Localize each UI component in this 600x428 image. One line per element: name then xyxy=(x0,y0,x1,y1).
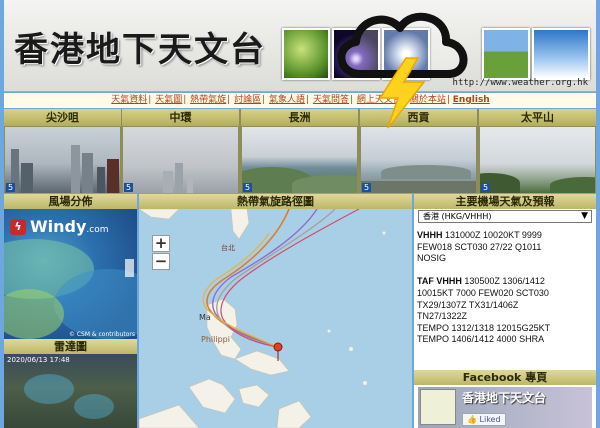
radar-timestamp: 2020/06/13 17:48 xyxy=(7,356,70,364)
facebook-page-name[interactable]: 香港地下天文台 xyxy=(462,389,546,406)
left-column: 風場分佈 ϟ Windy.com © CSM & contributors 雷達… xyxy=(4,194,137,428)
facebook-page-widget[interactable]: 香港地下天文台 👍 Liked xyxy=(418,387,592,428)
metar-line: TX29/1307Z TX31/1406Z xyxy=(417,300,593,312)
windy-credit: © CSM & contributors xyxy=(68,331,135,338)
webcam-image[interactable]: 5 xyxy=(480,127,595,193)
metar-station: VHHH xyxy=(417,230,443,240)
webcam-the-peak[interactable]: 太平山 5 xyxy=(479,109,596,193)
map-label-philippines: Philippi xyxy=(201,335,230,344)
webcam-number: 5 xyxy=(362,183,372,192)
typhoon-track-heading: 熱帶氣旋路徑圖 xyxy=(139,194,412,209)
webcam-label: 尖沙咀 xyxy=(4,109,121,126)
windy-zoom-control[interactable] xyxy=(125,259,134,277)
nav-separator: | xyxy=(262,95,266,105)
metar-text: TEMPO 1406/1412 4000 SHRA xyxy=(417,334,545,345)
wind-field-heading: 風場分佈 xyxy=(4,194,137,209)
metar-line: 10015KT 7000 FEW020 SCT030 xyxy=(417,288,593,300)
webcam-strip: 尖沙咀 5 中環 5 長洲 5 西貢 5 太平山 5 xyxy=(4,109,596,193)
chevron-down-icon: ▼ xyxy=(581,211,588,221)
webcam-number: 5 xyxy=(481,183,491,192)
metar-line: TAF VHHH 130500Z 1306/1412 xyxy=(417,276,593,288)
map-label-taipei: 台北 xyxy=(221,244,235,252)
typhoon-track-map[interactable]: + − 台北 Ma Philippi xyxy=(139,209,412,428)
metar-station: TAF VHHH xyxy=(417,276,462,287)
metar-text: 130500Z 1306/1412 xyxy=(461,276,545,287)
webcam-image[interactable]: 5 xyxy=(361,127,476,193)
field-thumbnail xyxy=(482,28,530,80)
sky-thumbnail xyxy=(532,28,590,80)
webcam-central[interactable]: 中環 5 xyxy=(122,109,239,193)
nav-separator: | xyxy=(306,95,310,105)
facebook-like-label: Liked xyxy=(479,415,501,424)
webcam-image[interactable]: 5 xyxy=(123,127,238,193)
map-zoom-out-button[interactable]: − xyxy=(152,253,170,270)
site-banner: 香港地下天文台 http://www.weather.org.hk xyxy=(4,0,596,92)
metar-text: 10015KT 7000 FEW020 SCT030 xyxy=(417,287,549,298)
thumbs-up-icon: 👍 xyxy=(467,415,477,424)
main-nav: 天氣資料| 天氣圖| 熱帶氣旋| 討論區| 氣象人語| 天氣問答| 網上天文台|… xyxy=(4,93,596,108)
nav-separator: | xyxy=(227,95,231,105)
facebook-heading: Facebook 專頁 xyxy=(414,370,596,385)
facebook-page-logo xyxy=(420,389,456,425)
windy-map[interactable]: ϟ Windy.com © CSM & contributors xyxy=(4,209,137,339)
metar-line: TN27/1322Z xyxy=(417,311,593,323)
nav-forum[interactable]: 討論區 xyxy=(233,95,262,105)
metar-text: TN27/1322Z xyxy=(417,311,468,322)
metar-line: VHHH 131000Z 10020KT 9999 xyxy=(417,230,593,242)
airport-weather-heading: 主要機場天氣及預報 xyxy=(414,194,596,209)
metar-taf-text: VHHH 131000Z 10020KT 9999 FEW018 SCT030 2… xyxy=(414,224,596,346)
webcam-label: 太平山 xyxy=(479,109,596,126)
webcam-number: 5 xyxy=(124,183,134,192)
webcam-label: 中環 xyxy=(122,109,239,126)
nav-weather-map[interactable]: 天氣圖 xyxy=(154,95,183,105)
metar-line: TEMPO 1406/1412 4000 SHRA xyxy=(417,334,593,346)
nav-weather-data[interactable]: 天氣資料 xyxy=(110,95,148,105)
map-zoom-in-button[interactable]: + xyxy=(152,235,170,252)
right-column: 主要機場天氣及預報 香港 (HKG/VHHH) ▼ VHHH 131000Z 1… xyxy=(414,194,596,428)
webcam-number: 5 xyxy=(6,183,16,192)
metar-text: NOSIG xyxy=(417,253,447,264)
metar-text: FEW018 SCT030 27/22 Q1011 xyxy=(417,241,542,252)
windy-logo-icon: ϟ xyxy=(10,219,26,235)
metar-text xyxy=(417,265,420,275)
webcam-tsim-sha-tsui[interactable]: 尖沙咀 5 xyxy=(4,109,121,193)
airport-select[interactable]: 香港 (HKG/VHHH) ▼ xyxy=(418,210,592,223)
nav-separator: | xyxy=(183,95,187,105)
nav-tropical-cyclone[interactable]: 熱帶氣旋 xyxy=(189,95,227,105)
metar-line xyxy=(417,265,593,277)
typhoon-track-svg xyxy=(139,209,386,428)
storm-cloud-lightning-icon xyxy=(337,12,468,129)
metar-line: FEW018 SCT030 27/22 Q1011 xyxy=(417,242,593,254)
metar-text: 131000Z 10020KT 9999 xyxy=(442,230,542,240)
radar-heading: 雷達圖 xyxy=(4,339,137,354)
nav-weather-people[interactable]: 氣象人語 xyxy=(268,95,306,105)
windy-suffix: .com xyxy=(86,225,109,235)
metar-line: TEMPO 1312/1318 12015G25KT xyxy=(417,323,593,335)
airport-select-value: 香港 (HKG/VHHH) xyxy=(423,212,492,221)
metar-line: NOSIG xyxy=(417,253,593,265)
windy-logo[interactable]: Windy.com xyxy=(30,217,109,236)
webcam-image[interactable]: 5 xyxy=(5,127,120,193)
metar-text: TX29/1307Z TX31/1406Z xyxy=(417,299,519,310)
webcam-number: 5 xyxy=(243,183,253,192)
page: 香港地下天文台 http://www.weather.org.hk 天氣資料| … xyxy=(0,0,600,428)
nav-separator: | xyxy=(148,95,152,105)
radar-map[interactable]: 2020/06/13 17:48 xyxy=(4,354,137,428)
windy-brand: Windy xyxy=(30,217,87,236)
map-label-manila: Ma xyxy=(199,313,211,322)
facebook-like-button[interactable]: 👍 Liked xyxy=(462,413,506,426)
center-column: 熱帶氣旋路徑圖 + − 台北 Ma Philippi xyxy=(139,194,412,428)
webcam-image[interactable]: 5 xyxy=(242,127,357,193)
site-title[interactable]: 香港地下天文台 xyxy=(14,22,266,71)
metar-text: TEMPO 1312/1318 12015G25KT xyxy=(417,322,551,333)
